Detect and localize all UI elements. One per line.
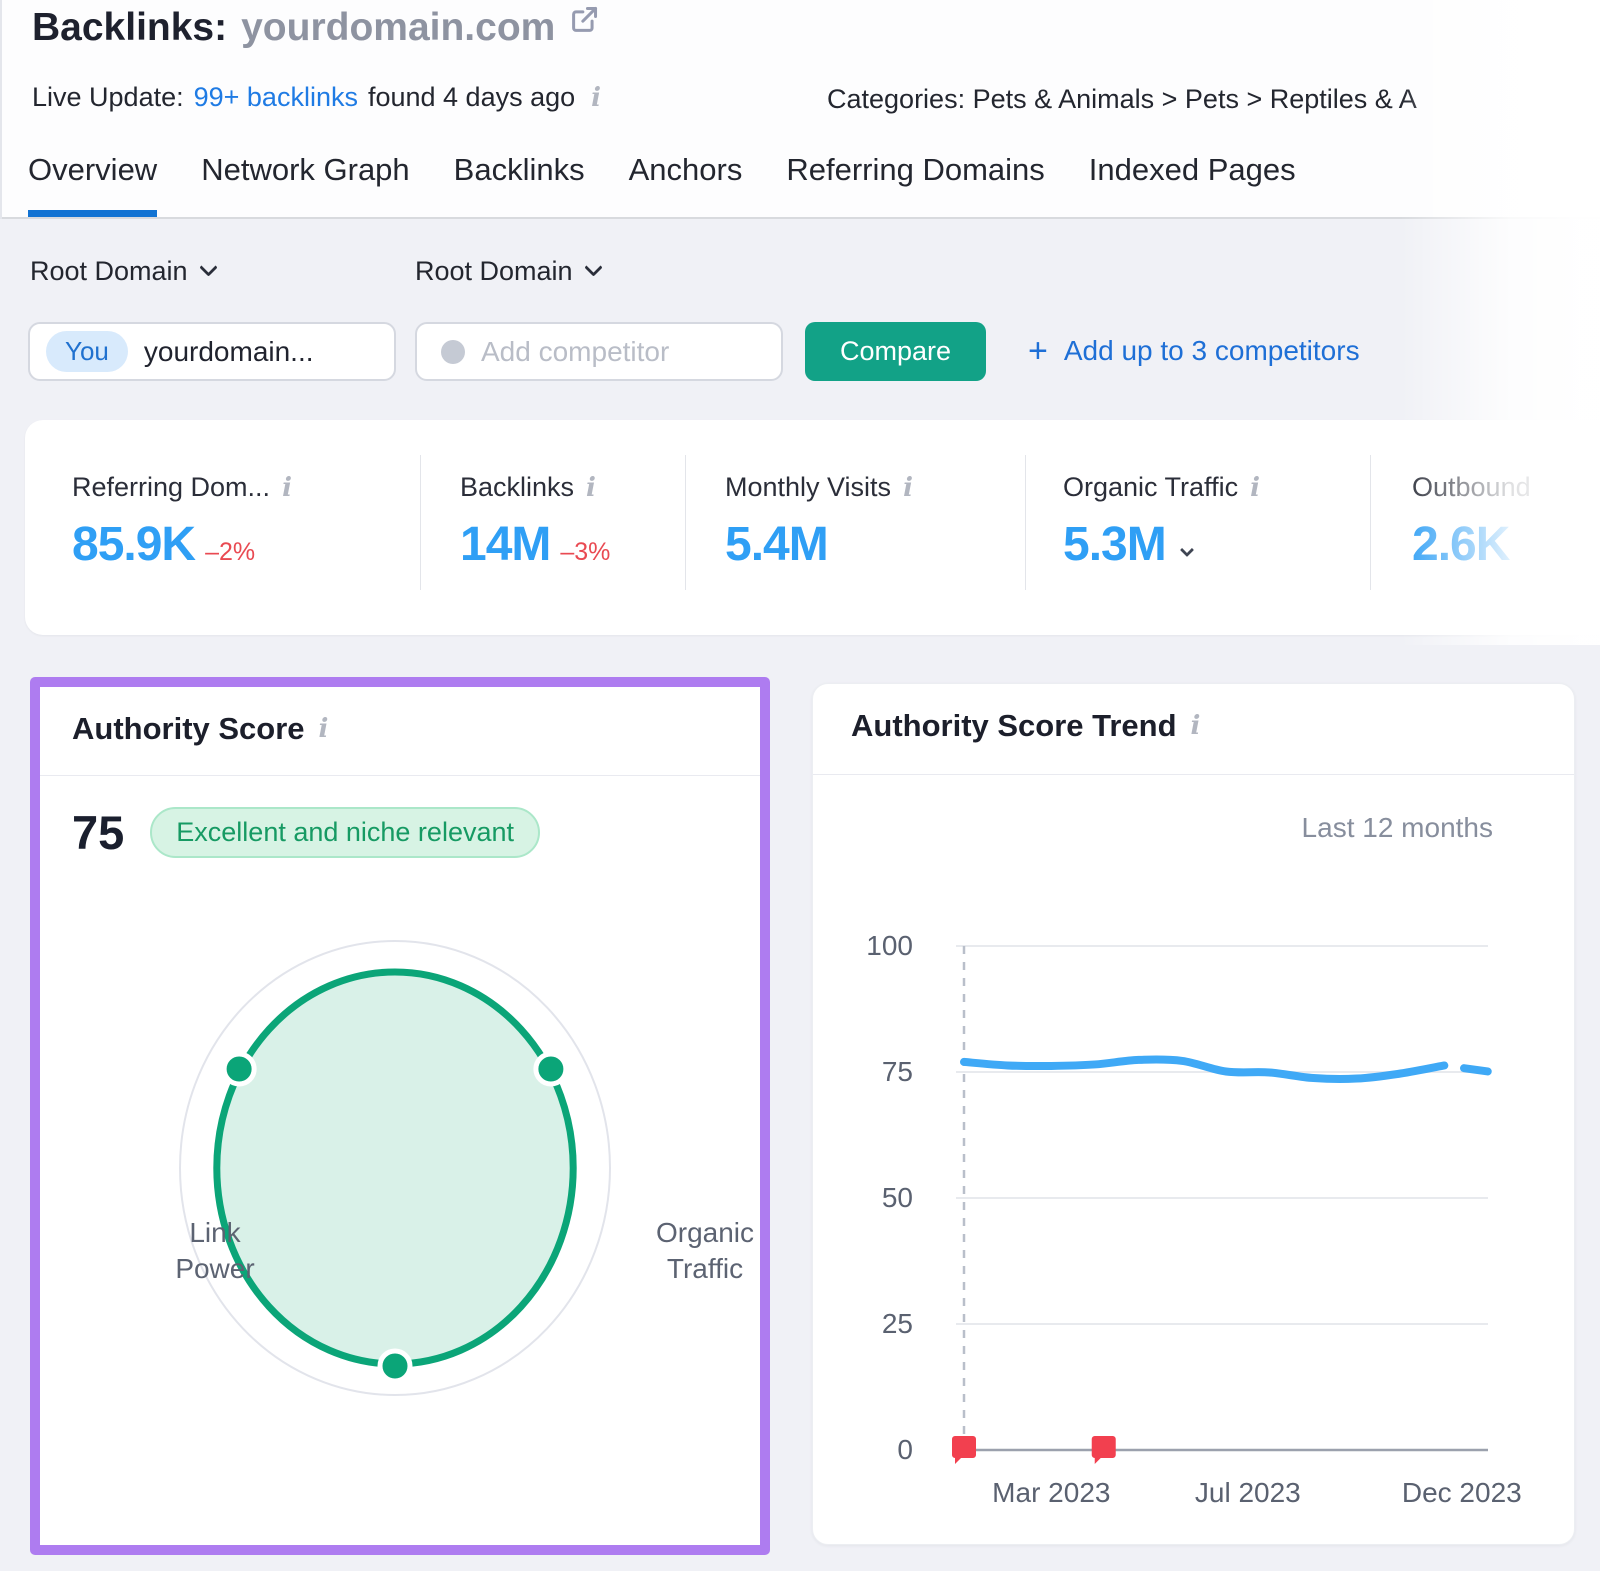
chevron-down-icon[interactable] <box>1180 543 1194 557</box>
chevron-down-icon <box>199 258 217 276</box>
divider <box>420 455 421 590</box>
authority-score-radar-chart <box>70 920 750 1480</box>
compare-button[interactable]: Compare <box>805 322 986 381</box>
root-domain-label-2: Root Domain <box>415 256 573 287</box>
metric-value: 85.9K <box>72 517 195 572</box>
root-domain-selector-1[interactable]: Root Domain <box>30 256 215 287</box>
root-domain-label-1: Root Domain <box>30 256 188 287</box>
live-update-label: Live Update: <box>32 82 184 113</box>
trend-line-chart: 100 75 50 25 0 Mar 2023 Jul 2023 Dec 2023 <box>813 914 1576 1534</box>
trend-line-forecast <box>1464 1068 1488 1071</box>
competitor-dot-icon <box>441 340 465 364</box>
y-tick-label: 75 <box>882 1056 913 1087</box>
radar-svg <box>70 920 750 1480</box>
metric-referring-domains: Referring Dom... i 85.9K –2% <box>72 472 292 572</box>
divider <box>685 455 686 590</box>
radar-dot[interactable] <box>224 1054 254 1084</box>
info-icon[interactable]: i <box>903 475 913 501</box>
divider <box>1370 455 1371 590</box>
metric-label: Organic Traffic <box>1063 472 1238 503</box>
metric-value: 14M <box>460 517 550 572</box>
x-tick-label: Jul 2023 <box>1195 1477 1301 1508</box>
metric-label: Outbound <box>1412 472 1531 503</box>
x-tick-label: Dec 2023 <box>1402 1477 1522 1508</box>
y-tick-label: 100 <box>866 930 913 961</box>
trend-range-label: Last 12 months <box>1302 812 1493 844</box>
authority-score-title: Authority Score <box>72 711 305 747</box>
metric-value: 5.3M <box>1063 517 1166 572</box>
tab-backlinks[interactable]: Backlinks <box>454 140 585 217</box>
tab-referring-domains[interactable]: Referring Domains <box>786 140 1044 217</box>
info-icon[interactable]: i <box>282 475 292 501</box>
tab-anchors[interactable]: Anchors <box>629 140 743 217</box>
metric-delta: –3% <box>560 538 610 567</box>
metric-value: 5.4M <box>725 517 828 572</box>
divider <box>813 774 1574 775</box>
divider <box>40 775 760 776</box>
note-flag-icon[interactable] <box>1092 1436 1116 1464</box>
y-tick-label: 0 <box>897 1434 913 1465</box>
your-domain-value: yourdomain... <box>144 336 314 368</box>
add-competitor-input[interactable]: Add competitor <box>415 322 783 381</box>
y-tick-label: 50 <box>882 1182 913 1213</box>
tab-network-graph[interactable]: Network Graph <box>201 140 409 217</box>
external-link-icon[interactable] <box>569 5 599 40</box>
note-flag-icon[interactable] <box>952 1436 976 1464</box>
metric-label: Backlinks <box>460 472 574 503</box>
authority-score-trend-card: Authority Score Trend i Last 12 months 1… <box>812 683 1575 1545</box>
y-tick-label: 25 <box>882 1308 913 1339</box>
metric-delta: –2% <box>205 538 255 567</box>
info-icon[interactable]: i <box>1250 475 1260 501</box>
info-icon[interactable]: i <box>319 716 329 742</box>
metrics-summary-card: Referring Dom... i 85.9K –2% Backlinks i… <box>25 420 1600 635</box>
divider <box>1025 455 1026 590</box>
radar-score-blob <box>217 972 573 1364</box>
radar-dot[interactable] <box>536 1054 566 1084</box>
trend-title: Authority Score Trend <box>851 708 1177 744</box>
page-title: Backlinks: yourdomain.com <box>32 6 599 50</box>
metric-outbound: Outbound 2.6K <box>1412 472 1531 572</box>
chevron-down-icon <box>584 258 602 276</box>
page-title-domain: yourdomain.com <box>241 6 555 50</box>
metric-organic-traffic: Organic Traffic i 5.3M <box>1063 472 1260 572</box>
info-icon[interactable]: i <box>1191 713 1201 739</box>
authority-score-value: 75 <box>72 805 124 860</box>
authority-score-card: Authority Score i 75 Excellent and niche… <box>30 677 770 1555</box>
root-domain-selector-2[interactable]: Root Domain <box>415 256 600 287</box>
metric-monthly-visits: Monthly Visits i 5.4M <box>725 472 913 572</box>
page-header: Backlinks: yourdomain.com Live Update: 9… <box>0 0 1600 219</box>
tab-bar: Overview Network Graph Backlinks Anchors… <box>2 140 1600 219</box>
trend-line <box>964 1059 1444 1079</box>
add-competitors-link[interactable]: + Add up to 3 competitors <box>1028 334 1360 368</box>
you-badge: You <box>46 331 128 372</box>
plus-icon: + <box>1028 334 1048 368</box>
your-domain-input[interactable]: You yourdomain... <box>28 322 396 381</box>
metric-value: 2.6K <box>1412 517 1509 572</box>
live-update-suffix: found 4 days ago <box>368 82 575 113</box>
metric-label: Referring Dom... <box>72 472 270 503</box>
add-competitors-label: Add up to 3 competitors <box>1064 335 1360 367</box>
tab-indexed-pages[interactable]: Indexed Pages <box>1089 140 1296 217</box>
live-update-link[interactable]: 99+ backlinks <box>194 82 358 113</box>
info-icon[interactable]: i <box>586 475 596 501</box>
metric-label: Monthly Visits <box>725 472 891 503</box>
x-tick-label: Mar 2023 <box>992 1477 1110 1508</box>
live-update-row: Live Update: 99+ backlinks found 4 days … <box>32 82 601 113</box>
metric-backlinks: Backlinks i 14M –3% <box>460 472 610 572</box>
authority-score-badge: Excellent and niche relevant <box>150 807 540 858</box>
radar-axis-label-link-power: LinkPower <box>135 1215 295 1288</box>
categories-breadcrumb: Categories: Pets & Animals > Pets > Rept… <box>827 84 1417 115</box>
tab-overview[interactable]: Overview <box>28 140 157 217</box>
radar-dot[interactable] <box>380 1351 410 1381</box>
add-competitor-placeholder: Add competitor <box>481 336 669 368</box>
info-icon[interactable]: i <box>591 85 601 111</box>
page-title-prefix: Backlinks: <box>32 6 227 50</box>
radar-axis-label-organic-traffic: OrganicTraffic <box>615 1215 795 1288</box>
